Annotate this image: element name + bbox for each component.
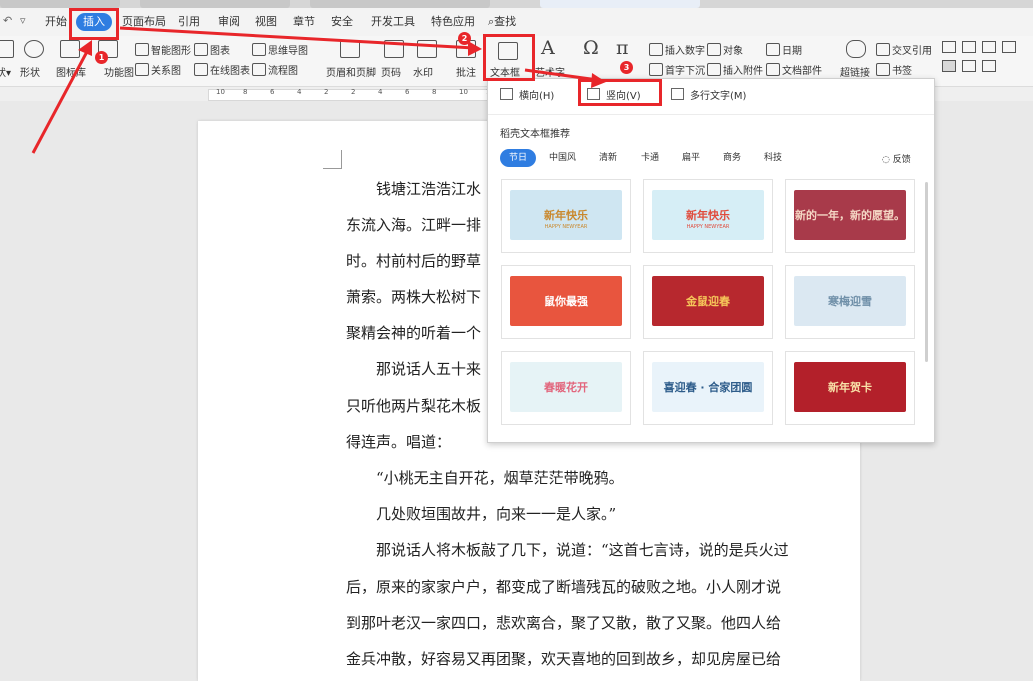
- arrow-2-head: [468, 41, 482, 56]
- arrow-3: [524, 68, 599, 82]
- arrow-1: [31, 45, 92, 154]
- arrow-2: [119, 26, 475, 50]
- annotation-arrows: [31, 26, 606, 154]
- arrow-3-head: [591, 73, 606, 88]
